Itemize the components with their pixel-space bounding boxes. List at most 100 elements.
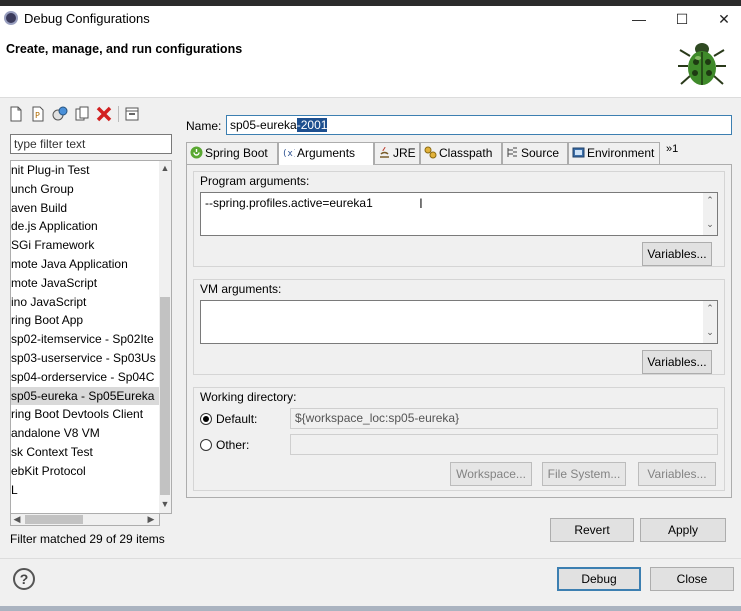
close-button[interactable]: Close <box>650 567 734 591</box>
svg-text:(x): (x) <box>282 149 295 159</box>
tree-item[interactable]: sk Context Test <box>11 443 161 462</box>
minimize-button[interactable]: — <box>624 8 654 30</box>
name-selected-text: -2001 <box>296 118 328 132</box>
window-title: Debug Configurations <box>24 11 150 26</box>
tab-classpath[interactable]: Classpath <box>420 142 502 164</box>
vm-arguments-title: VM arguments: <box>200 282 282 296</box>
other-directory-field[interactable] <box>290 434 718 455</box>
duplicate-icon[interactable] <box>74 106 90 122</box>
vm-arguments-textarea[interactable]: ⌃ ⌄ <box>200 300 718 344</box>
tree-item[interactable]: sp03-userservice - Sp03Us <box>11 349 161 368</box>
eclipse-app-icon <box>4 11 18 25</box>
program-args-variables-button[interactable]: Variables... <box>642 242 712 266</box>
jre-icon <box>380 146 389 158</box>
tree-toolbar: P <box>4 102 176 126</box>
scroll-up-arrow-icon[interactable]: ⌃ <box>704 303 716 314</box>
debug-button[interactable]: Debug <box>557 567 641 591</box>
maximize-button[interactable]: ☐ <box>667 8 697 30</box>
text-cursor-icon: I <box>419 195 423 211</box>
tab-environment[interactable]: Environment <box>568 142 660 164</box>
new-configuration-icon[interactable] <box>8 106 24 122</box>
tree-item[interactable]: ring Boot Devtools Client <box>11 405 161 424</box>
spring-icon <box>190 146 203 159</box>
tab-label: JRE <box>393 146 416 160</box>
arguments-icon: (x) <box>282 149 295 159</box>
tree-vertical-scrollbar[interactable]: ▲ ▼ <box>159 161 171 513</box>
scroll-down-arrow-icon[interactable]: ⌄ <box>704 327 716 338</box>
name-value: sp05-eureka <box>230 118 297 132</box>
dialog-subtitle: Create, manage, and run configurations <box>6 42 243 56</box>
tab-label: Spring Boot <box>205 146 268 160</box>
tree-item[interactable]: unch Group <box>11 180 161 199</box>
scroll-up-arrow-icon[interactable]: ▲ <box>159 163 171 173</box>
vm-arguments-group: VM arguments: ⌃ ⌄ Variables... <box>193 279 725 375</box>
scroll-right-arrow-icon[interactable]: ▶ <box>145 514 157 525</box>
close-window-button[interactable]: ✕ <box>709 8 739 30</box>
tab-arguments[interactable]: (x) Arguments <box>278 142 374 165</box>
toolbar-separator <box>118 106 119 122</box>
working-directory-group: Working directory: Default: ${workspace_… <box>193 387 725 491</box>
title-bar: Debug Configurations — ☐ ✕ <box>0 6 741 32</box>
program-args-scrollbar[interactable]: ⌃ ⌄ <box>703 193 717 235</box>
tree-item[interactable]: sp05-eureka - Sp05Eureka <box>11 386 161 406</box>
name-field[interactable]: sp05-eureka-2001 <box>226 115 732 135</box>
configuration-tree[interactable]: nit Plug-in Test unch Group aven Build de.j… <box>10 160 172 514</box>
program-arguments-title: Program arguments: <box>200 174 310 188</box>
tree-item[interactable]: nit Plug-in Test <box>11 161 161 180</box>
tree-item[interactable]: andalone V8 VM <box>11 424 161 443</box>
scrollbar-thumb[interactable] <box>160 297 170 495</box>
tree-item[interactable]: de.js Application <box>11 217 161 236</box>
revert-button[interactable]: Revert <box>550 518 634 542</box>
tree-item[interactable]: L <box>11 481 161 500</box>
scroll-left-arrow-icon[interactable]: ◀ <box>11 514 23 525</box>
tree-item[interactable]: sp02-itemservice - Sp02Ite <box>11 330 161 349</box>
working-dir-variables-button[interactable]: Variables... <box>638 462 716 486</box>
tree-item[interactable]: sp04-orderservice - Sp04C <box>11 368 161 387</box>
delete-icon[interactable] <box>96 106 112 122</box>
program-arguments-textarea[interactable]: --spring.profiles.active=eureka1 ⌃ ⌄ <box>200 192 718 236</box>
taskbar-strip <box>0 606 741 611</box>
other-radio[interactable] <box>200 439 212 451</box>
workspace-button[interactable]: Workspace... <box>450 462 532 486</box>
filter-input[interactable]: type filter text <box>10 134 172 154</box>
scroll-down-arrow-icon[interactable]: ▼ <box>159 499 171 509</box>
tree-horizontal-scrollbar[interactable]: ◀ ▶ <box>10 514 160 526</box>
collapse-all-icon[interactable] <box>124 106 140 122</box>
tree-item[interactable]: mote Java Application <box>11 255 161 274</box>
source-icon <box>507 147 517 157</box>
help-icon[interactable]: ? <box>13 568 35 590</box>
vm-args-variables-button[interactable]: Variables... <box>642 350 712 374</box>
tab-label: Environment <box>587 146 655 160</box>
debug-beetle-icon <box>678 43 726 85</box>
tab-label: Arguments <box>297 146 356 160</box>
tab-spring-boot[interactable]: Spring Boot <box>186 142 278 164</box>
tree-item[interactable]: ring Boot App <box>11 311 161 330</box>
tab-jre[interactable]: JRE <box>374 142 420 164</box>
new-prototype-icon[interactable]: P <box>30 106 46 122</box>
hscrollbar-thumb[interactable] <box>25 515 83 524</box>
tree-item[interactable]: aven Build <box>11 199 161 218</box>
tab-label: Classpath <box>439 146 493 160</box>
apply-button[interactable]: Apply <box>640 518 726 542</box>
scroll-up-arrow-icon[interactable]: ⌃ <box>704 195 716 206</box>
working-directory-title: Working directory: <box>200 390 297 404</box>
tree-item[interactable]: SGi Framework <box>11 236 161 255</box>
configuration-editor: Name: sp05-eureka-2001 Spring Boot (x) A… <box>180 102 736 556</box>
vm-args-scrollbar[interactable]: ⌃ ⌄ <box>703 301 717 343</box>
tree-item[interactable]: ino JavaScript <box>11 293 161 312</box>
scroll-down-arrow-icon[interactable]: ⌄ <box>704 219 716 230</box>
tree-item[interactable]: mote JavaScript <box>11 274 161 293</box>
arguments-tab-content: Program arguments: --spring.profiles.act… <box>186 164 732 498</box>
file-system-button[interactable]: File System... <box>542 462 626 486</box>
debug-configurations-dialog: Debug Configurations — ☐ ✕ Create, manag… <box>0 6 741 606</box>
environment-icon <box>572 147 585 158</box>
tab-source[interactable]: Source <box>502 142 568 164</box>
default-label: Default: <box>216 412 258 426</box>
more-tabs-indicator[interactable]: »1 <box>666 143 678 155</box>
tree-item[interactable]: ebKit Protocol <box>11 462 161 481</box>
export-icon[interactable] <box>52 106 68 122</box>
default-radio[interactable] <box>200 413 212 425</box>
name-label: Name: <box>186 119 222 133</box>
default-directory-field: ${workspace_loc:sp05-eureka} <box>290 408 718 429</box>
tab-bar: Spring Boot (x) Arguments JRE Classpath … <box>186 142 732 165</box>
